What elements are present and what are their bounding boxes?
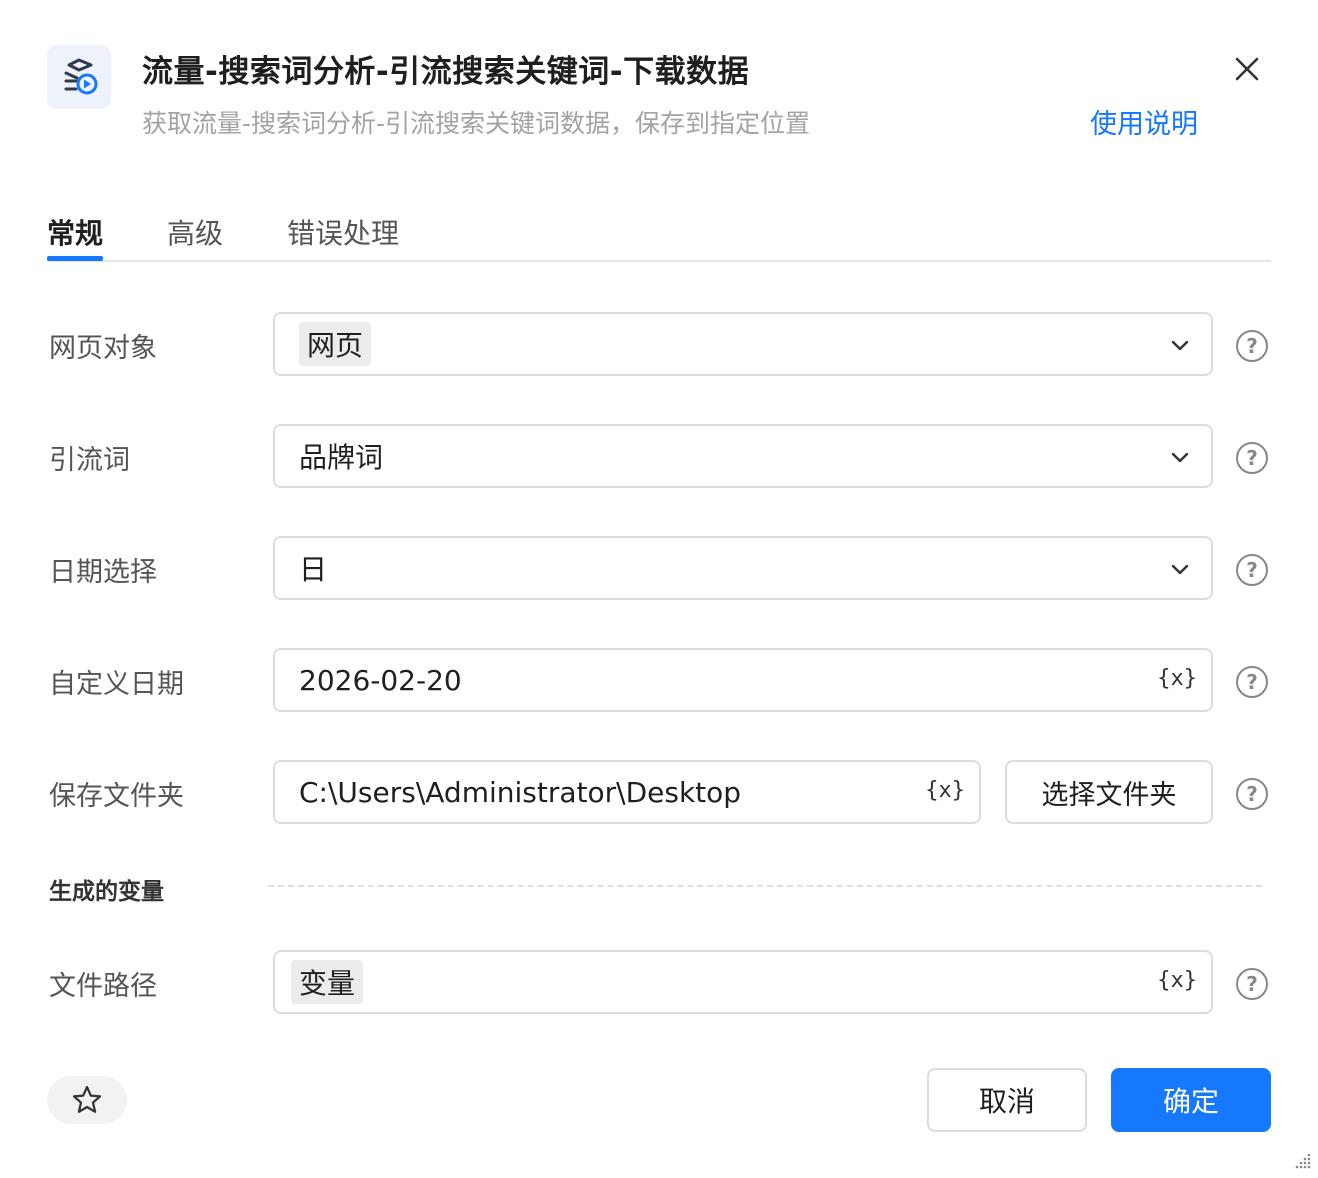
web-object-value: 网页	[299, 322, 372, 366]
tab-active-indicator	[47, 256, 103, 261]
traffic-word-label: 引流词	[49, 445, 130, 476]
confirm-button[interactable]: 确定	[1111, 1068, 1271, 1132]
web-object-label: 网页对象	[49, 333, 157, 364]
file-path-label: 文件路径	[49, 971, 157, 1002]
traffic-word-value: 品牌词	[299, 441, 384, 474]
date-select-label: 日期选择	[49, 557, 157, 588]
close-icon	[1235, 57, 1259, 81]
web-object-select[interactable]: 网页	[273, 312, 1213, 376]
section-divider	[268, 885, 1262, 887]
file-path-input[interactable]: 变量 {x}	[273, 950, 1213, 1014]
chevron-down-icon	[1171, 452, 1189, 463]
tab-bar: 常规 高级 错误处理	[47, 200, 1271, 262]
file-path-variable-tag: 变量	[291, 960, 364, 1004]
generated-variables-heading: 生成的变量	[49, 879, 164, 905]
tab-error-handling[interactable]: 错误处理	[287, 212, 399, 252]
layers-play-icon	[47, 45, 111, 109]
date-select[interactable]: 日	[273, 536, 1213, 600]
tab-advanced[interactable]: 高级	[167, 212, 223, 252]
custom-date-label: 自定义日期	[49, 669, 184, 700]
custom-date-input[interactable]: 2026-02-20 {x}	[273, 648, 1213, 712]
tab-general[interactable]: 常规	[47, 212, 103, 252]
help-icon[interactable]: ?	[1236, 330, 1268, 362]
dialog-title: 流量-搜索词分析-引流搜索关键词-下载数据	[142, 54, 750, 90]
variable-icon[interactable]: {x}	[1157, 666, 1197, 691]
help-icon[interactable]: ?	[1236, 968, 1268, 1000]
cancel-button[interactable]: 取消	[927, 1068, 1087, 1132]
choose-folder-button[interactable]: 选择文件夹	[1005, 760, 1213, 824]
variable-icon[interactable]: {x}	[925, 778, 965, 803]
save-folder-value: C:\Users\Administrator\Desktop	[299, 775, 742, 809]
custom-date-value: 2026-02-20	[299, 663, 462, 697]
save-folder-label: 保存文件夹	[49, 781, 184, 812]
date-select-value: 日	[299, 553, 328, 586]
help-link[interactable]: 使用说明	[1090, 102, 1198, 141]
chevron-down-icon	[1171, 340, 1189, 351]
help-icon[interactable]: ?	[1236, 666, 1268, 698]
dialog-subtitle: 获取流量-搜索词分析-引流搜索关键词数据，保存到指定位置	[142, 109, 811, 138]
resize-grip-icon[interactable]	[1292, 1152, 1312, 1172]
close-button[interactable]	[1228, 50, 1266, 88]
favorite-button[interactable]	[47, 1076, 127, 1124]
help-icon[interactable]: ?	[1236, 554, 1268, 586]
help-icon[interactable]: ?	[1236, 778, 1268, 810]
help-icon[interactable]: ?	[1236, 442, 1268, 474]
save-folder-input[interactable]: C:\Users\Administrator\Desktop {x}	[273, 760, 981, 824]
chevron-down-icon	[1171, 564, 1189, 575]
star-icon	[72, 1085, 102, 1113]
variable-icon[interactable]: {x}	[1157, 968, 1197, 993]
dialog: 流量-搜索词分析-引流搜索关键词-下载数据 获取流量-搜索词分析-引流搜索关键词…	[0, 0, 1318, 1178]
traffic-word-select[interactable]: 品牌词	[273, 424, 1213, 488]
